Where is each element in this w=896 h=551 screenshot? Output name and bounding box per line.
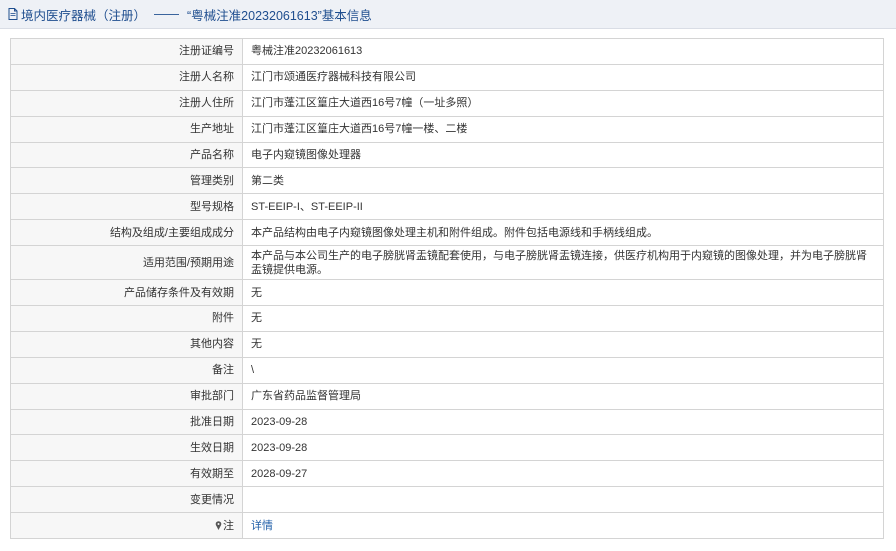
page-header: 境内医疗器械（注册） —— “粤械注准20232061613”基本信息 xyxy=(0,0,896,29)
table-row: 变更情况 xyxy=(10,486,884,514)
document-icon xyxy=(8,8,18,20)
table-row: 型号规格 ST-EEIP-I、ST-EEIP-II xyxy=(10,193,884,221)
field-value: 2023-09-28 xyxy=(242,408,884,436)
field-value: 江门市蓬江区篁庄大道西16号7幢一楼、二楼 xyxy=(242,115,884,143)
field-label: 结构及组成/主要组成成分 xyxy=(10,219,243,247)
field-value: 江门市颂通医疗器械科技有限公司 xyxy=(242,63,884,91)
field-value: 无 xyxy=(242,330,884,358)
field-value: 2023-09-28 xyxy=(242,434,884,462)
table-row: 结构及组成/主要组成成分 本产品结构由电子内窥镜图像处理主机和附件组成。附件包括… xyxy=(10,219,884,247)
field-value: 无 xyxy=(242,279,884,307)
header-separator: —— xyxy=(154,7,180,21)
table-row: 有效期至 2028-09-27 xyxy=(10,460,884,488)
field-label: 型号规格 xyxy=(10,193,243,221)
field-label: 批准日期 xyxy=(10,408,243,436)
field-label: 附件 xyxy=(10,305,243,332)
field-value: 本产品与本公司生产的电子膀胱肾盂镜配套使用，与电子膀胱肾盂镜连接，供医疗机构用于… xyxy=(242,245,884,281)
note-label: 注 xyxy=(223,519,234,532)
table-row: 生效日期 2023-09-28 xyxy=(10,434,884,462)
details-link[interactable]: 详情 xyxy=(251,520,273,532)
field-value xyxy=(242,486,884,514)
table-row: 注 详情 xyxy=(10,512,884,540)
field-label: 生产地址 xyxy=(10,115,243,143)
table-row: 其他内容 无 xyxy=(10,330,884,358)
table-row: 批准日期 2023-09-28 xyxy=(10,408,884,436)
field-label: 产品储存条件及有效期 xyxy=(10,279,243,307)
field-value: 电子内窥镜图像处理器 xyxy=(242,141,884,169)
table-row: 产品储存条件及有效期 无 xyxy=(10,279,884,307)
field-label: 管理类别 xyxy=(10,167,243,195)
table-row: 注册人名称 江门市颂通医疗器械科技有限公司 xyxy=(10,63,884,91)
pin-icon xyxy=(215,520,222,530)
field-label: 产品名称 xyxy=(10,141,243,169)
field-value: 无 xyxy=(242,305,884,332)
field-value: 2028-09-27 xyxy=(242,460,884,488)
note-label-cell: 注 xyxy=(10,512,243,540)
field-value: 粤械注准20232061613 xyxy=(242,38,884,65)
field-value: \ xyxy=(242,356,884,384)
info-table: 注册证编号 粤械注准20232061613 注册人名称 江门市颂通医疗器械科技有… xyxy=(10,38,884,540)
table-row: 备注 \ xyxy=(10,356,884,384)
table-row: 审批部门 广东省药品监督管理局 xyxy=(10,382,884,410)
field-label: 其他内容 xyxy=(10,330,243,358)
header-section: 境内医疗器械（注册） xyxy=(21,8,147,23)
table-row: 注册证编号 粤械注准20232061613 xyxy=(10,38,884,65)
field-label: 注册人住所 xyxy=(10,89,243,117)
note-value: 详情 xyxy=(242,512,884,540)
table-row: 生产地址 江门市蓬江区篁庄大道西16号7幢一楼、二楼 xyxy=(10,115,884,143)
field-label: 变更情况 xyxy=(10,486,243,514)
header-title: “粤械注准20232061613”基本信息 xyxy=(187,8,372,23)
table-row: 管理类别 第二类 xyxy=(10,167,884,195)
field-label: 有效期至 xyxy=(10,460,243,488)
field-label: 适用范围/预期用途 xyxy=(10,245,243,281)
field-value: 江门市蓬江区篁庄大道西16号7幢（一址多照） xyxy=(242,89,884,117)
table-row: 适用范围/预期用途 本产品与本公司生产的电子膀胱肾盂镜配套使用，与电子膀胱肾盂镜… xyxy=(10,245,884,281)
table-row: 附件 无 xyxy=(10,305,884,332)
table-row: 注册人住所 江门市蓬江区篁庄大道西16号7幢（一址多照） xyxy=(10,89,884,117)
field-value: 本产品结构由电子内窥镜图像处理主机和附件组成。附件包括电源线和手柄线组成。 xyxy=(242,219,884,247)
field-label: 注册人名称 xyxy=(10,63,243,91)
field-label: 审批部门 xyxy=(10,382,243,410)
field-label: 生效日期 xyxy=(10,434,243,462)
field-label: 注册证编号 xyxy=(10,38,243,65)
table-row: 产品名称 电子内窥镜图像处理器 xyxy=(10,141,884,169)
field-value: 第二类 xyxy=(242,167,884,195)
field-value: ST-EEIP-I、ST-EEIP-II xyxy=(242,193,884,221)
field-value: 广东省药品监督管理局 xyxy=(242,382,884,410)
field-label: 备注 xyxy=(10,356,243,384)
